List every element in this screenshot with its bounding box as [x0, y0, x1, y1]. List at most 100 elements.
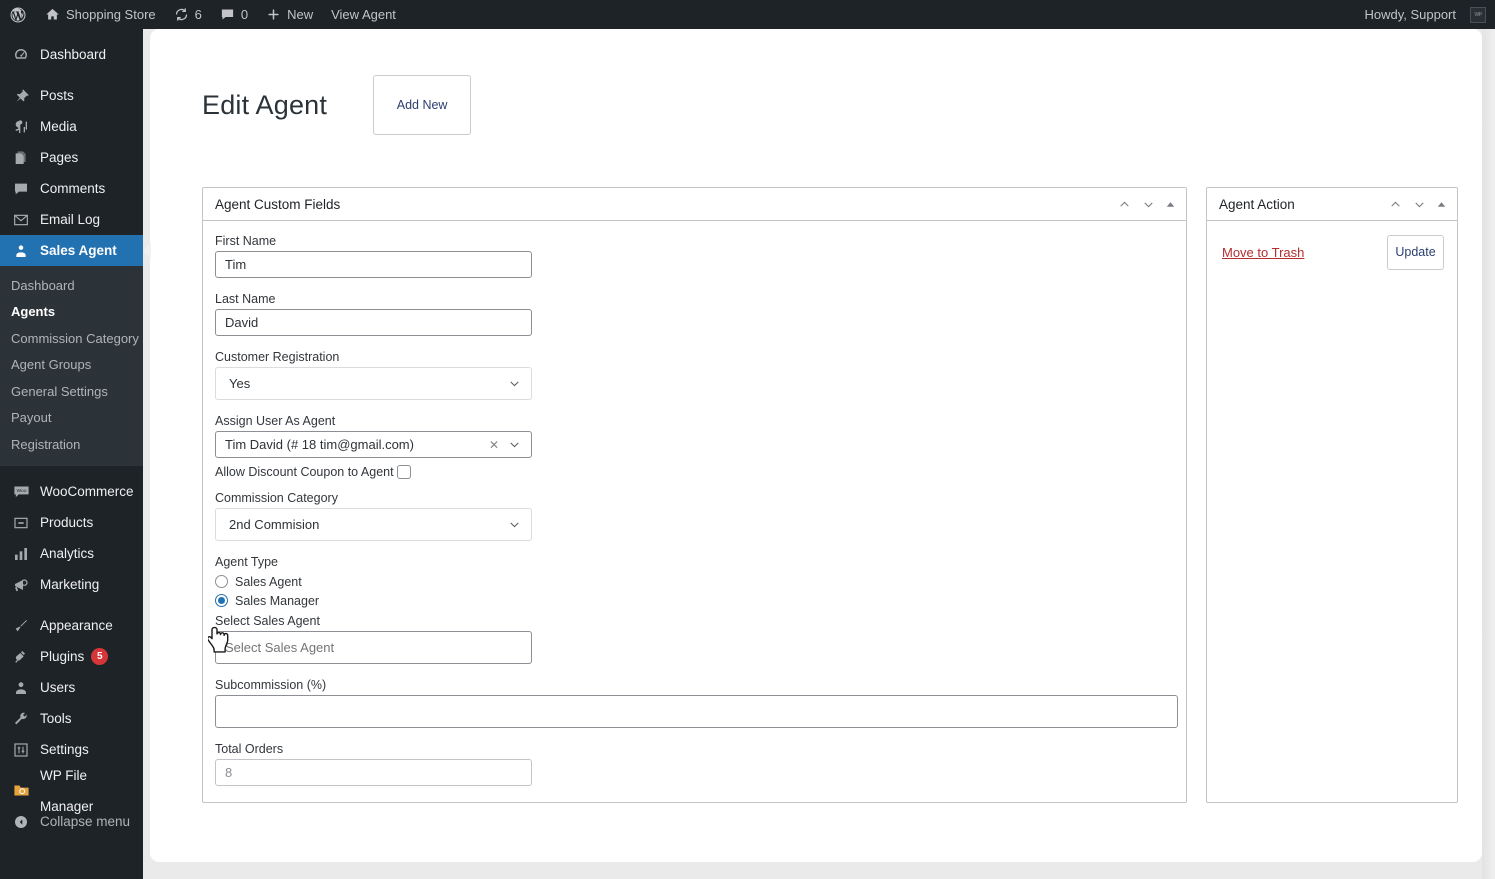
howdy-account-button[interactable]: Howdy, Support WP [1355, 0, 1495, 29]
total-orders-field-row: Total Orders [215, 742, 1174, 786]
chevron-up-icon[interactable] [1389, 198, 1402, 211]
chevron-down-icon[interactable] [508, 438, 521, 451]
allow-coupon-label: Allow Discount Coupon to Agent [215, 465, 394, 479]
site-name-label: Shopping Store [66, 7, 156, 22]
megaphone-icon [11, 575, 31, 595]
metabox-title: Agent Action [1219, 196, 1295, 212]
total-orders-input[interactable] [215, 759, 532, 786]
chevron-down-icon[interactable] [1142, 198, 1155, 211]
sidebar-item-media[interactable]: Media [0, 111, 143, 142]
sidebar-item-label: Media [40, 119, 77, 134]
select-sales-agent-input[interactable] [215, 631, 532, 664]
collapse-menu-button[interactable]: Collapse menu [0, 806, 143, 837]
plugins-update-badge: 5 [91, 648, 109, 666]
sidebar-item-sales-agent[interactable]: Sales Agent [0, 235, 151, 266]
sidebar-item-label: Users [40, 680, 76, 696]
submenu-item-commission-category[interactable]: Commission Category [0, 325, 143, 352]
select-tools [508, 518, 521, 531]
sidebar-item-products[interactable]: Products [0, 507, 143, 538]
triangle-up-icon[interactable] [1437, 200, 1446, 209]
wrench-icon [11, 709, 31, 729]
allow-coupon-checkbox[interactable] [396, 465, 411, 479]
move-to-trash-link[interactable]: Move to Trash [1222, 245, 1304, 260]
radio-sales-manager[interactable] [215, 594, 228, 607]
woocommerce-icon: Woo [11, 482, 31, 502]
sidebar-item-posts[interactable]: Posts [0, 80, 143, 111]
sidebar-item-tools[interactable]: Tools [0, 703, 143, 734]
view-agent-button[interactable]: View Agent [322, 0, 405, 29]
menu-separator [0, 466, 143, 476]
sidebar-item-label: Comments [40, 181, 106, 196]
page-scrollbar[interactable] [1482, 29, 1495, 879]
sidebar-item-comments[interactable]: Comments [0, 173, 143, 204]
chevron-up-icon[interactable] [1118, 198, 1131, 211]
howdy-label: Howdy, Support [1364, 7, 1456, 22]
submenu-item-agents[interactable]: Agents [0, 299, 143, 326]
first-name-label: First Name [215, 234, 277, 248]
wp-logo-button[interactable] [0, 0, 36, 29]
sidebar-item-appearance[interactable]: Appearance [0, 610, 143, 641]
submenu-item-dashboard[interactable]: Dashboard [0, 272, 143, 299]
comments-button[interactable]: 0 [211, 0, 257, 29]
last-name-input[interactable] [215, 309, 532, 336]
sidebar-item-users[interactable]: Users [0, 672, 143, 703]
agent-type-label: Agent Type [215, 555, 279, 569]
sidebar-item-plugins[interactable]: Plugins 5 [0, 641, 143, 672]
add-new-button[interactable]: Add New [373, 75, 472, 135]
sidebar-item-pages[interactable]: Pages [0, 142, 143, 173]
menu-separator [0, 70, 143, 80]
svg-text:Woo: Woo [16, 488, 26, 494]
sidebar-item-label: Appearance [40, 618, 113, 634]
folder-icon [11, 781, 31, 801]
assign-user-label: Assign User As Agent [215, 414, 336, 428]
sidebar-item-woocommerce[interactable]: Woo WooCommerce [0, 476, 143, 507]
assign-user-select-wrap: Tim David (# 18 tim@gmail.com) ✕ [215, 431, 532, 458]
page-header: Edit Agent Add New [150, 29, 1482, 135]
radio-sales-agent[interactable] [215, 575, 228, 588]
first-name-input[interactable] [215, 251, 532, 278]
sidebar-item-marketing[interactable]: Marketing [0, 569, 143, 600]
last-name-label: Last Name [215, 292, 276, 306]
updates-button[interactable]: 6 [165, 0, 211, 29]
home-icon [45, 7, 60, 22]
subcommission-input[interactable] [215, 695, 1178, 728]
new-content-button[interactable]: New [257, 0, 322, 29]
agent-type-option-sales-manager[interactable]: Sales Manager [215, 591, 1174, 610]
sidebar-item-dashboard[interactable]: Dashboard [0, 39, 143, 70]
triangle-up-icon[interactable] [1166, 200, 1175, 209]
sidebar-item-analytics[interactable]: Analytics [0, 538, 143, 569]
sidebar-item-label: Posts [40, 88, 74, 103]
chevron-down-icon[interactable] [1413, 198, 1426, 211]
admin-bar: Shopping Store 6 0 New View Agent Howdy,… [0, 0, 1495, 29]
admin-bar-right: Howdy, Support WP [1355, 0, 1495, 29]
chevron-down-icon[interactable] [508, 377, 521, 390]
paintbrush-icon [11, 616, 31, 636]
submenu-item-general-settings[interactable]: General Settings [0, 378, 143, 405]
comments-count: 0 [240, 7, 249, 22]
metabox-header-actions [1118, 198, 1175, 211]
sidebar-item-email-log[interactable]: Email Log [0, 204, 143, 235]
wordpress-logo-icon [9, 6, 27, 24]
assign-user-select[interactable]: Tim David (# 18 tim@gmail.com) ✕ [215, 431, 532, 458]
submenu-item-payout[interactable]: Payout [0, 405, 143, 432]
updates-icon [174, 7, 189, 22]
envelope-icon [11, 210, 31, 230]
commission-category-select[interactable]: 2nd Commision [215, 508, 532, 541]
sidebar-item-label: Email Log [40, 212, 101, 227]
update-button[interactable]: Update [1387, 234, 1444, 270]
sidebar-item-label: Plugins [40, 649, 85, 665]
clear-x-icon[interactable]: ✕ [489, 439, 499, 451]
agent-action-header: Agent Action [1207, 188, 1457, 221]
site-name-button[interactable]: Shopping Store [36, 0, 165, 29]
sidebar-item-wp-file-manager[interactable]: WP File Manager [0, 768, 143, 814]
plus-icon [266, 7, 281, 22]
agent-type-option-label: Sales Manager [235, 593, 320, 608]
sidebar-item-label: Tools [40, 711, 72, 727]
customer-registration-select[interactable]: Yes [215, 367, 532, 400]
chevron-down-icon[interactable] [508, 518, 521, 531]
select-tools [508, 377, 521, 390]
customer-registration-value: Yes [229, 376, 251, 391]
agent-type-option-sales-agent[interactable]: Sales Agent [215, 572, 1174, 591]
submenu-item-registration[interactable]: Registration [0, 432, 143, 459]
submenu-item-agent-groups[interactable]: Agent Groups [0, 352, 143, 379]
